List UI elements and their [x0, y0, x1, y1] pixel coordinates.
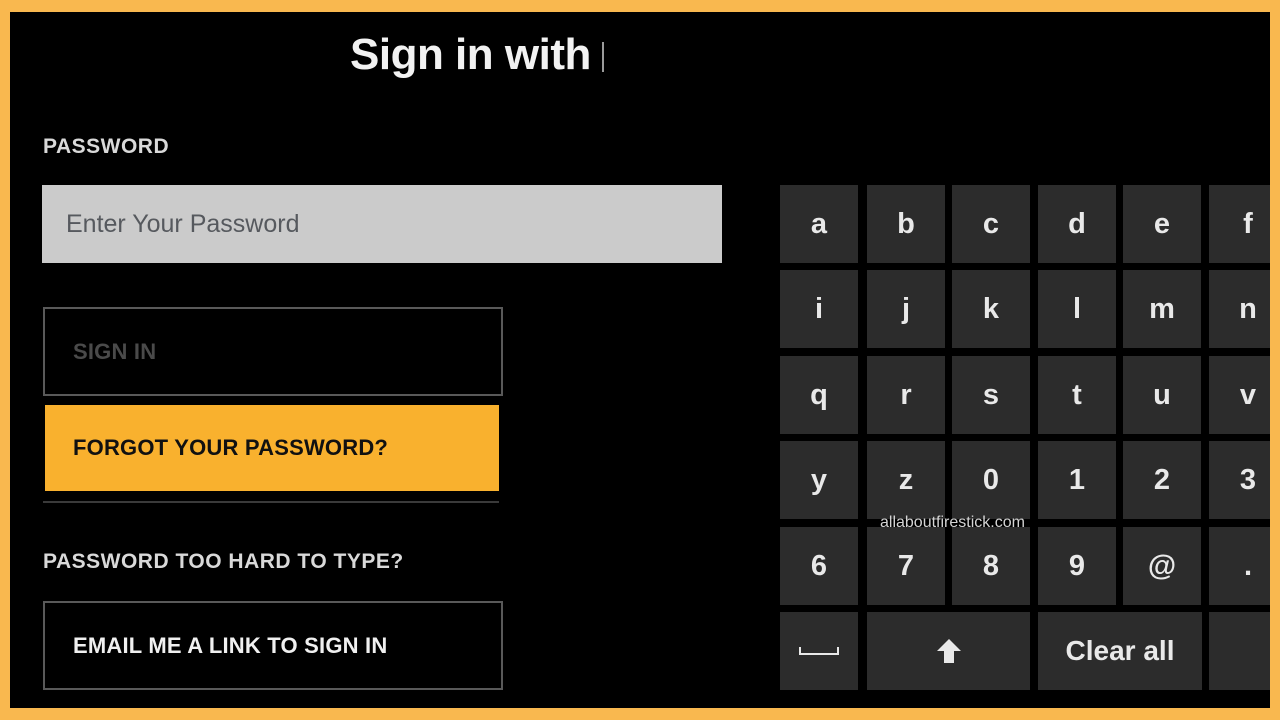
key[interactable]: 1 — [1038, 441, 1116, 519]
watermark: allaboutfirestick.com — [880, 514, 1025, 531]
key[interactable]: 0 — [952, 441, 1030, 519]
key[interactable]: 3 — [1209, 441, 1270, 519]
key[interactable]: t — [1038, 356, 1116, 434]
password-input[interactable] — [42, 185, 722, 263]
email-link-button[interactable]: EMAIL ME A LINK TO SIGN IN — [43, 601, 503, 690]
shift-arrow-icon — [936, 639, 961, 663]
forgot-password-button[interactable]: FORGOT YOUR PASSWORD? — [45, 405, 499, 491]
key[interactable]: 6 — [780, 527, 858, 605]
password-label: PASSWORD — [43, 135, 170, 158]
key[interactable]: m — [1123, 270, 1201, 348]
key[interactable]: n — [1209, 270, 1270, 348]
space-bar-icon — [799, 647, 839, 655]
key[interactable]: 9 — [1038, 527, 1116, 605]
shift-key[interactable] — [867, 612, 1030, 690]
key[interactable]: l — [1038, 270, 1116, 348]
key[interactable]: q — [780, 356, 858, 434]
password-help-label: PASSWORD TOO HARD TO TYPE? — [43, 550, 404, 573]
key[interactable]: 8 — [952, 527, 1030, 605]
key[interactable]: y — [780, 441, 858, 519]
key[interactable]: a — [780, 185, 858, 263]
page-title: Sign in with — [350, 30, 591, 79]
key[interactable]: b — [867, 185, 945, 263]
key[interactable]: c — [952, 185, 1030, 263]
title-caret — [602, 42, 604, 72]
key[interactable]: u — [1123, 356, 1201, 434]
space-key[interactable] — [780, 612, 858, 690]
key[interactable]: s — [952, 356, 1030, 434]
sign-in-button[interactable]: SIGN IN — [43, 307, 503, 396]
key[interactable]: v — [1209, 356, 1270, 434]
tv-screen: Sign in with PASSWORD SIGN IN FORGOT YOU… — [10, 12, 1270, 708]
key[interactable]: f — [1209, 185, 1270, 263]
key[interactable]: i — [780, 270, 858, 348]
key[interactable]: j — [867, 270, 945, 348]
on-screen-keyboard: a b c d e f i j k l m n q r s t u v y z 0 1 2 3 6 7 8 9 @. Clear all — [780, 185, 1270, 693]
key[interactable] — [1209, 612, 1270, 690]
key[interactable]: 7 — [867, 527, 945, 605]
divider — [43, 501, 499, 503]
key[interactable]: z — [867, 441, 945, 519]
key[interactable]: k — [952, 270, 1030, 348]
key[interactable]: d — [1038, 185, 1116, 263]
key[interactable]: 2 — [1123, 441, 1201, 519]
clear-all-key[interactable]: Clear all — [1038, 612, 1202, 690]
key[interactable]: @ — [1123, 527, 1201, 605]
key[interactable]: e — [1123, 185, 1201, 263]
key[interactable]: r — [867, 356, 945, 434]
key[interactable]: . — [1209, 527, 1270, 605]
